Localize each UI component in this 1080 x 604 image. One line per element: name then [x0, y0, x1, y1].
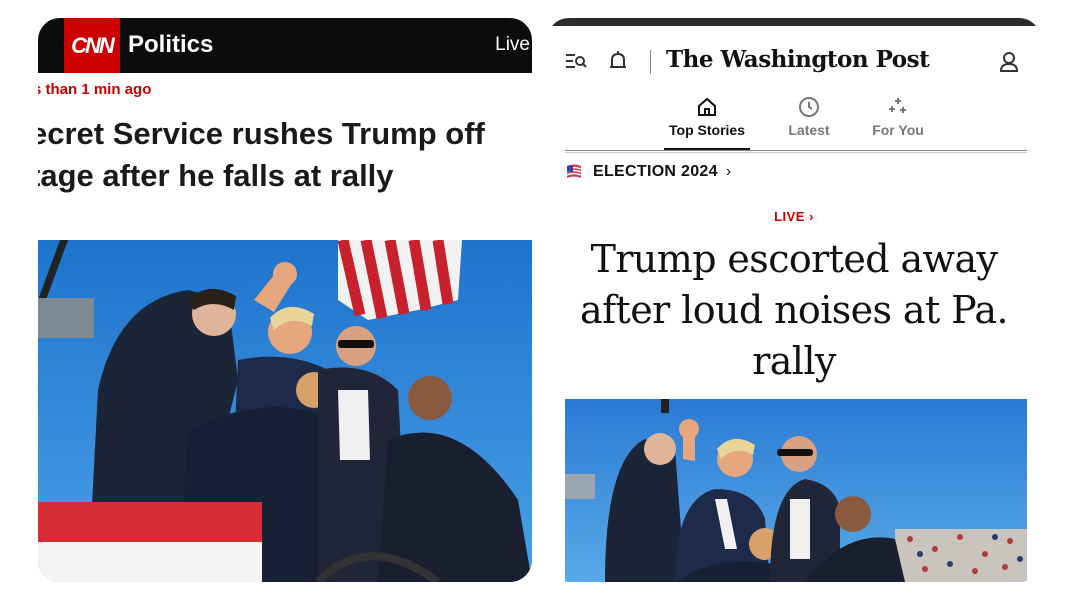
- masthead-logo[interactable]: The Washington Post: [666, 46, 930, 73]
- section-title[interactable]: Politics: [128, 31, 213, 59]
- rally-photo: [38, 240, 532, 582]
- cnn-header: CNN Politics Live: [38, 18, 532, 73]
- tab-label: For You: [872, 122, 924, 138]
- clock-icon: [799, 97, 819, 117]
- cnn-article-screenshot: CNN Politics Live s than 1 min ago ecret…: [38, 18, 532, 582]
- chevron-right-icon: ›: [725, 163, 732, 180]
- headline-line-2: tage after he falls at rally: [38, 158, 394, 193]
- us-flag-icon: [566, 164, 582, 178]
- kicker-label: ELECTION 2024: [593, 163, 718, 180]
- header-divider: [650, 50, 651, 74]
- bell-icon[interactable]: [608, 51, 628, 73]
- timestamp: s than 1 min ago: [38, 81, 152, 98]
- home-icon: [698, 97, 716, 116]
- account-icon[interactable]: [999, 51, 1019, 73]
- section-kicker[interactable]: ELECTION 2024 ›: [565, 163, 731, 181]
- tab-divider: [565, 150, 1027, 151]
- headline-text: Trump escorted away after loud noises at…: [580, 237, 1009, 383]
- rally-photo: [565, 399, 1027, 582]
- sparkle-icon: [889, 98, 906, 113]
- crowd: [895, 529, 1027, 582]
- headline-line-1: ecret Service rushes Trump off: [38, 116, 485, 151]
- cnn-logo[interactable]: CNN: [64, 18, 120, 73]
- tab-label: Top Stories: [669, 122, 745, 138]
- tab-latest[interactable]: Latest: [779, 96, 839, 138]
- live-label[interactable]: LIVE ›: [547, 209, 1041, 224]
- tab-top-stories[interactable]: Top Stories: [664, 96, 750, 138]
- live-text: LIVE: [774, 209, 805, 224]
- wapo-article-screenshot: The Washington Post Top Stories Latest F…: [547, 18, 1041, 582]
- chevron-right-icon: ›: [809, 209, 814, 224]
- live-link[interactable]: Live: [495, 34, 530, 56]
- headline[interactable]: Trump escorted away after loud noises at…: [547, 234, 1041, 387]
- tab-for-you[interactable]: For You: [865, 96, 931, 138]
- headline: ecret Service rushes Trump off tage afte…: [38, 113, 532, 197]
- tab-divider-shadow: [565, 152, 1027, 153]
- top-bar: [547, 18, 1041, 26]
- tab-label: Latest: [788, 122, 830, 138]
- sections-menu-icon[interactable]: [565, 52, 587, 72]
